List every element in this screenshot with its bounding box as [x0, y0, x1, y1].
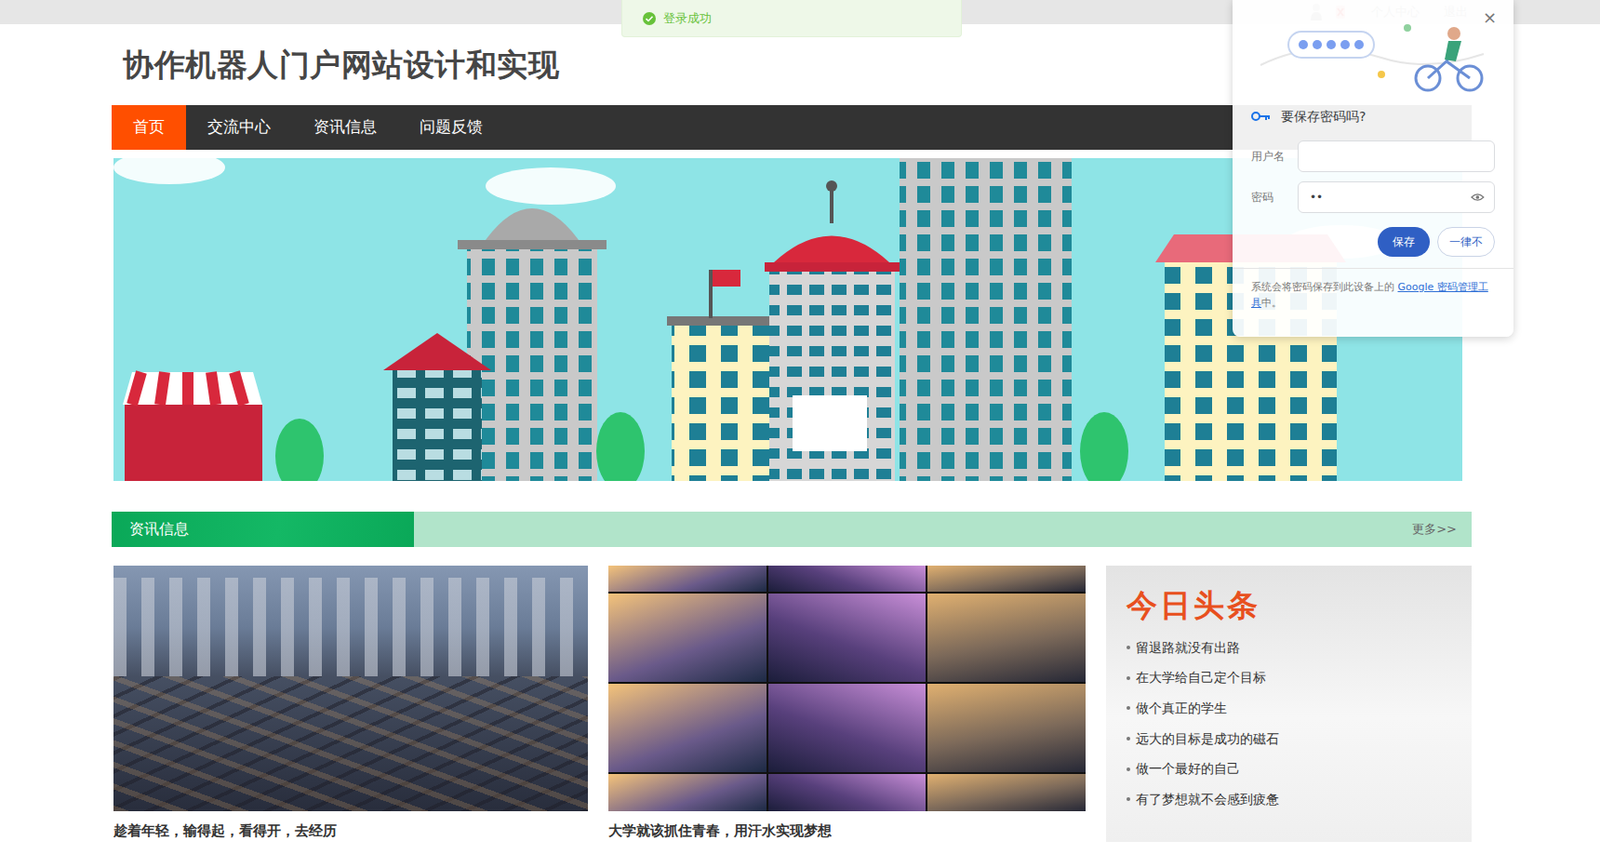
- popup-title: 要保存密码吗?: [1280, 106, 1366, 127]
- collage-tile: [608, 773, 767, 812]
- news-image[interactable]: [113, 565, 588, 812]
- headlines-list: 留退路就没有出路在大学给自己定个目标做个真正的学生远大的目标是成功的磁石做一个最…: [1126, 632, 1452, 815]
- footer-text-end: 中。: [1261, 296, 1282, 309]
- collage-tile: [608, 565, 767, 592]
- headline-text[interactable]: 有了梦想就不会感到疲惫: [1135, 789, 1280, 809]
- popup-title-row: 要保存密码吗?: [1251, 104, 1495, 129]
- headline-text[interactable]: 留退路就没有出路: [1135, 638, 1240, 657]
- collage-tile: [927, 565, 1086, 592]
- footer-text: 系统会将密码保存到此设备上的: [1251, 280, 1399, 294]
- never-button[interactable]: 一律不: [1437, 226, 1495, 257]
- username-field[interactable]: [1297, 140, 1495, 173]
- illustration-icon: [1232, 0, 1514, 105]
- nav-item[interactable]: 问题反馈: [398, 105, 505, 150]
- nav-item[interactable]: 首页: [111, 105, 187, 150]
- eye-icon[interactable]: [1470, 192, 1485, 202]
- news-row: 趁着年轻，输得起，看得开，去经历大学就该抓住青春，用汗水实现梦想今日头条留退路就…: [111, 565, 1472, 842]
- headline-text[interactable]: 在大学给自己定个目标: [1135, 667, 1267, 687]
- collage-tile: [927, 683, 1086, 773]
- section-bar: 资讯信息 更多>>: [111, 511, 1472, 547]
- success-icon: [642, 12, 656, 26]
- collage-tile: [768, 773, 927, 812]
- toast-text: 登录成功: [663, 9, 712, 28]
- news-card[interactable]: 大学就该抓住青春，用汗水实现梦想: [608, 565, 1086, 842]
- bullet-icon: [1126, 767, 1131, 772]
- headline-item[interactable]: 做个真正的学生: [1126, 693, 1452, 724]
- collage-tile: [768, 565, 927, 592]
- headline-item[interactable]: 有了梦想就不会感到疲惫: [1126, 784, 1452, 815]
- bullet-icon: [1126, 797, 1131, 801]
- news-caption[interactable]: 趁着年轻，输得起，看得开，去经历: [113, 820, 588, 842]
- password-input[interactable]: [1307, 187, 1471, 207]
- bullet-icon: [1126, 676, 1131, 680]
- headline-text[interactable]: 远大的目标是成功的磁石: [1135, 729, 1280, 748]
- headline-item[interactable]: 在大学给自己定个目标: [1126, 662, 1452, 694]
- headline-text[interactable]: 做个真正的学生: [1135, 698, 1227, 718]
- popup-buttons: 保存一律不: [1251, 226, 1495, 257]
- nav-item[interactable]: 交流中心: [186, 105, 293, 150]
- collage-tile: [608, 593, 767, 682]
- password-label: 密码: [1251, 188, 1289, 206]
- save-password-popup: × 要保存密码吗? 用户名 密码 保存一: [1232, 0, 1514, 337]
- bullet-icon: [1126, 736, 1131, 741]
- key-icon: [1251, 110, 1272, 122]
- username-row: 用户名: [1251, 135, 1495, 177]
- username-label: 用户名: [1251, 147, 1289, 165]
- section-title: 资讯信息: [111, 511, 414, 547]
- password-field[interactable]: [1297, 181, 1495, 214]
- headlines-panel: 今日头条留退路就没有出路在大学给自己定个目标做个真正的学生远大的目标是成功的磁石…: [1106, 565, 1472, 842]
- bullet-icon: [1126, 645, 1131, 650]
- popup-footer: 系统会将密码保存到此设备上的 Google 密码管理工具中。: [1232, 267, 1514, 324]
- headline-item[interactable]: 远大的目标是成功的磁石: [1126, 723, 1452, 755]
- headline-text[interactable]: 做一个最好的自己: [1135, 759, 1240, 778]
- login-toast: 登录成功: [621, 0, 962, 38]
- more-link[interactable]: 更多>>: [1412, 520, 1472, 539]
- collage-tile: [927, 593, 1086, 682]
- bullet-icon: [1126, 706, 1131, 710]
- headline-item[interactable]: 做一个最好的自己: [1126, 753, 1452, 785]
- save-button[interactable]: 保存: [1377, 226, 1430, 257]
- username-input[interactable]: [1307, 146, 1485, 166]
- headline-item[interactable]: 留退路就没有出路: [1126, 632, 1452, 664]
- headlines-title: 今日头条: [1126, 582, 1452, 629]
- collage-tile: [768, 593, 927, 682]
- news-card[interactable]: 趁着年轻，输得起，看得开，去经历: [113, 565, 588, 842]
- news-caption[interactable]: 大学就该抓住青春，用汗水实现梦想: [608, 820, 1086, 842]
- nav-item[interactable]: 资讯信息: [292, 105, 399, 150]
- collage-tile: [608, 683, 767, 773]
- password-row: 密码: [1251, 176, 1495, 218]
- collage-tile: [927, 773, 1086, 812]
- news-image[interactable]: [608, 565, 1086, 812]
- site-title: 协作机器人门户网站设计和实现: [122, 46, 560, 84]
- close-button[interactable]: ×: [1482, 9, 1497, 27]
- collage-tile: [768, 683, 927, 773]
